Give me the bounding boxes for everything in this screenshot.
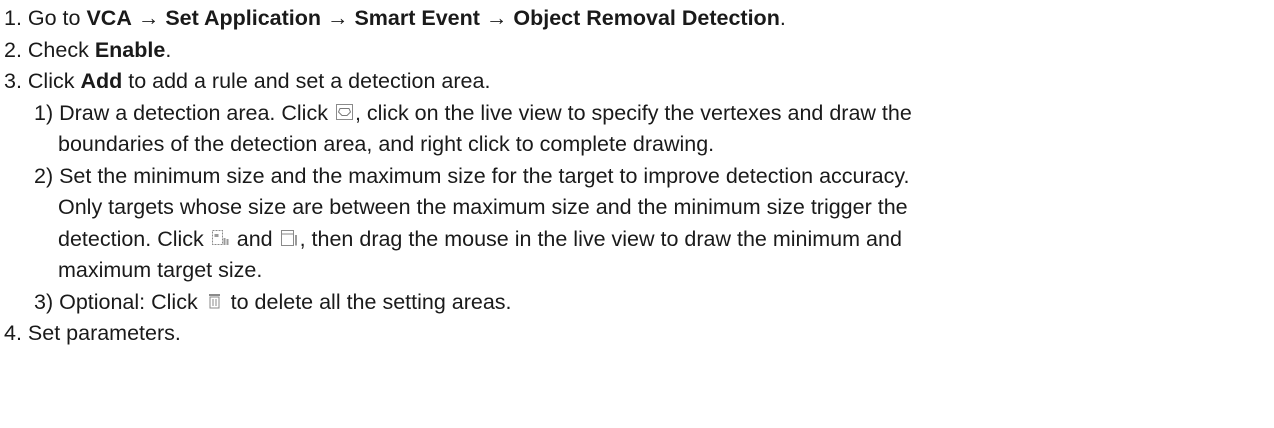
substep-3-2-cont2: detection. Click and , then drag the mou… — [4, 224, 1274, 256]
step-2: 2. Check Enable. — [4, 35, 1274, 67]
step-text: detection. Click — [58, 226, 210, 251]
arrow-separator: → — [321, 6, 355, 30]
step-text: 3) Optional: Click — [34, 289, 204, 314]
menu-smart-event: Smart Event — [354, 6, 480, 30]
polygon-draw-icon — [335, 103, 353, 120]
arrow-separator: → — [479, 6, 514, 30]
step-text: 2) Set the minimum size and the maximum … — [34, 163, 910, 188]
step-text: 2. Check — [4, 37, 95, 62]
enable-label: Enable — [94, 37, 166, 62]
max-target-size-icon — [280, 229, 298, 246]
menu-vca: VCA — [86, 6, 132, 30]
step-1: 1. Go to VCA → Set Application → Smart E… — [4, 3, 1274, 35]
step-text: maximum target size. — [58, 258, 263, 282]
menu-set-application: Set Application — [165, 6, 322, 30]
step-text: , then drag the mouse in the live view t… — [299, 226, 902, 251]
step-text: Only targets whose size are between the … — [58, 195, 908, 219]
punctuation: . — [165, 37, 172, 62]
step-text: 3. Click — [4, 69, 81, 93]
menu-object-removal-detection: Object Removal Detection — [513, 6, 780, 30]
substep-3-2-cont3: maximum target size. — [4, 255, 1274, 287]
min-target-size-icon — [211, 229, 229, 246]
arrow-separator: → — [131, 6, 166, 30]
punctuation: . — [779, 6, 786, 30]
step-text: 1) Draw a detection area. Click — [34, 100, 334, 125]
substep-3-2: 2) Set the minimum size and the maximum … — [4, 161, 1274, 193]
step-text: boundaries of the detection area, and ri… — [58, 132, 715, 156]
step-text: , click on the live view to specify the … — [354, 100, 912, 125]
step-text: to delete all the setting areas. — [224, 289, 512, 314]
step-3: 3. Click Add to add a rule and set a det… — [4, 66, 1274, 98]
substep-3-1-cont: boundaries of the detection area, and ri… — [4, 129, 1274, 161]
substep-3-2-cont1: Only targets whose size are between the … — [4, 192, 1274, 224]
step-4: 4. Set parameters. — [4, 318, 1274, 350]
instruction-steps: 1. Go to VCA → Set Application → Smart E… — [0, 0, 1274, 350]
add-label: Add — [80, 69, 123, 93]
step-text: 1. Go to — [4, 6, 87, 30]
substep-3-1: 1) Draw a detection area. Click , click … — [4, 98, 1274, 130]
substep-3-3: 3) Optional: Click to delete all the set… — [4, 287, 1274, 319]
step-text: 4. Set parameters. — [4, 321, 181, 345]
trash-icon — [206, 293, 223, 309]
step-text: and — [230, 226, 279, 251]
step-text: to add a rule and set a detection area. — [122, 69, 491, 93]
